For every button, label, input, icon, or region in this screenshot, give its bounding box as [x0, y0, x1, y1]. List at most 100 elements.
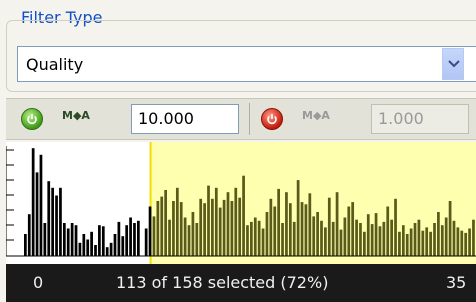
histogram-bar — [433, 223, 436, 256]
histogram-bar — [378, 226, 382, 256]
histogram-bar — [343, 217, 347, 256]
histogram-bar — [86, 239, 90, 256]
histogram-bar — [90, 231, 93, 256]
secondary-threshold-input: 1.000 — [371, 104, 469, 134]
filter-type-select[interactable]: Quality — [17, 46, 476, 82]
histogram-bar — [281, 223, 284, 256]
mga-toggle-icon-disabled: M⁠◆A — [302, 109, 330, 122]
histogram-bar — [144, 228, 148, 256]
histogram-bar — [401, 225, 405, 256]
histogram-bar — [133, 223, 136, 256]
histogram-bar — [191, 212, 195, 256]
histogram-bar — [347, 206, 351, 256]
histogram-bar — [59, 187, 62, 256]
threshold-input[interactable]: 10.000 — [131, 104, 239, 134]
histogram-bar — [359, 223, 362, 256]
histogram-bar — [421, 230, 425, 256]
histogram-bar — [109, 242, 113, 256]
histogram-bar — [370, 224, 374, 256]
toolbar-divider — [249, 103, 250, 135]
histogram-bar — [172, 201, 175, 256]
histogram-bar — [187, 225, 191, 256]
histogram-bar — [121, 236, 125, 256]
histogram-bar — [285, 192, 288, 256]
histogram-bar — [425, 227, 429, 256]
histogram-bar — [464, 232, 468, 256]
histogram-bar — [137, 220, 140, 256]
histogram-bar — [394, 198, 397, 256]
histogram-bar — [66, 228, 70, 256]
histogram-bar — [43, 223, 47, 256]
histogram-bar — [242, 175, 245, 256]
histogram-bar — [101, 226, 105, 256]
histogram-bar — [218, 207, 222, 256]
histogram-bar — [230, 201, 234, 256]
histogram-bar — [417, 219, 421, 256]
histogram-bar — [374, 213, 378, 256]
histogram-bar — [366, 214, 370, 256]
histogram-bar — [288, 203, 292, 256]
range-min-label: 0 — [33, 273, 44, 292]
histogram-bar — [324, 227, 327, 256]
histogram-bar — [444, 217, 448, 256]
histogram-bar — [214, 187, 218, 256]
histogram-bar — [261, 228, 265, 256]
histogram-canvas[interactable] — [6, 142, 476, 264]
histogram-bar — [257, 220, 261, 256]
histogram-bar — [39, 154, 43, 256]
histogram-bar — [70, 223, 74, 256]
histogram-bar — [386, 206, 390, 256]
histogram-bar — [448, 201, 452, 256]
histogram-bar — [331, 221, 335, 256]
mga-toggle-icon[interactable]: M⁠◆A — [62, 109, 90, 122]
selection-summary: 113 of 158 selected (72%) — [116, 273, 329, 292]
histogram-bar — [117, 221, 121, 256]
histogram-bar — [207, 185, 210, 256]
histogram-bar — [472, 219, 475, 256]
histogram-bar — [277, 188, 281, 256]
histogram-bar — [125, 225, 129, 256]
histogram-bar — [211, 198, 214, 256]
dropdown-button[interactable] — [442, 48, 464, 80]
histogram-bar — [456, 227, 460, 256]
histogram-bar — [82, 234, 86, 256]
histogram-bar — [74, 225, 78, 256]
histogram-bar — [437, 212, 440, 256]
histogram-bar — [339, 229, 343, 256]
histogram-bar — [98, 225, 101, 256]
histogram-bar — [175, 187, 179, 256]
power-off-icon[interactable] — [261, 108, 283, 130]
histogram-bar — [335, 192, 339, 256]
histogram-bar — [308, 193, 312, 256]
filter-type-value: Quality — [26, 55, 84, 74]
histogram-bar — [195, 223, 199, 256]
quality-histogram[interactable] — [6, 142, 476, 264]
histogram-bar — [363, 231, 366, 256]
power-on-icon[interactable] — [21, 108, 43, 130]
histogram-bar — [300, 202, 304, 256]
histogram-bar — [129, 217, 132, 256]
histogram-bar — [312, 216, 316, 256]
range-max-label: 35 — [446, 273, 467, 292]
histogram-bar — [304, 204, 308, 256]
histogram-bar — [440, 225, 444, 256]
histogram-bar — [199, 198, 203, 256]
histogram-bar — [320, 220, 323, 256]
histogram-bar — [273, 206, 277, 256]
histogram-bar — [409, 228, 413, 256]
histogram-bar — [351, 202, 355, 256]
histogram-bar — [269, 198, 273, 256]
histogram-bar — [24, 234, 27, 256]
histogram-bar — [55, 195, 58, 256]
histogram-bar — [253, 217, 257, 256]
histogram-bar — [152, 216, 156, 256]
histogram-bar — [105, 247, 109, 256]
histogram-bar — [222, 199, 226, 256]
histogram-bar — [156, 201, 160, 256]
histogram-bar — [246, 225, 249, 256]
histogram-bar — [160, 196, 164, 256]
histogram-bar — [31, 148, 35, 256]
histogram-bar — [113, 234, 117, 256]
histogram-bar — [94, 245, 97, 256]
histogram-bar — [468, 228, 471, 256]
